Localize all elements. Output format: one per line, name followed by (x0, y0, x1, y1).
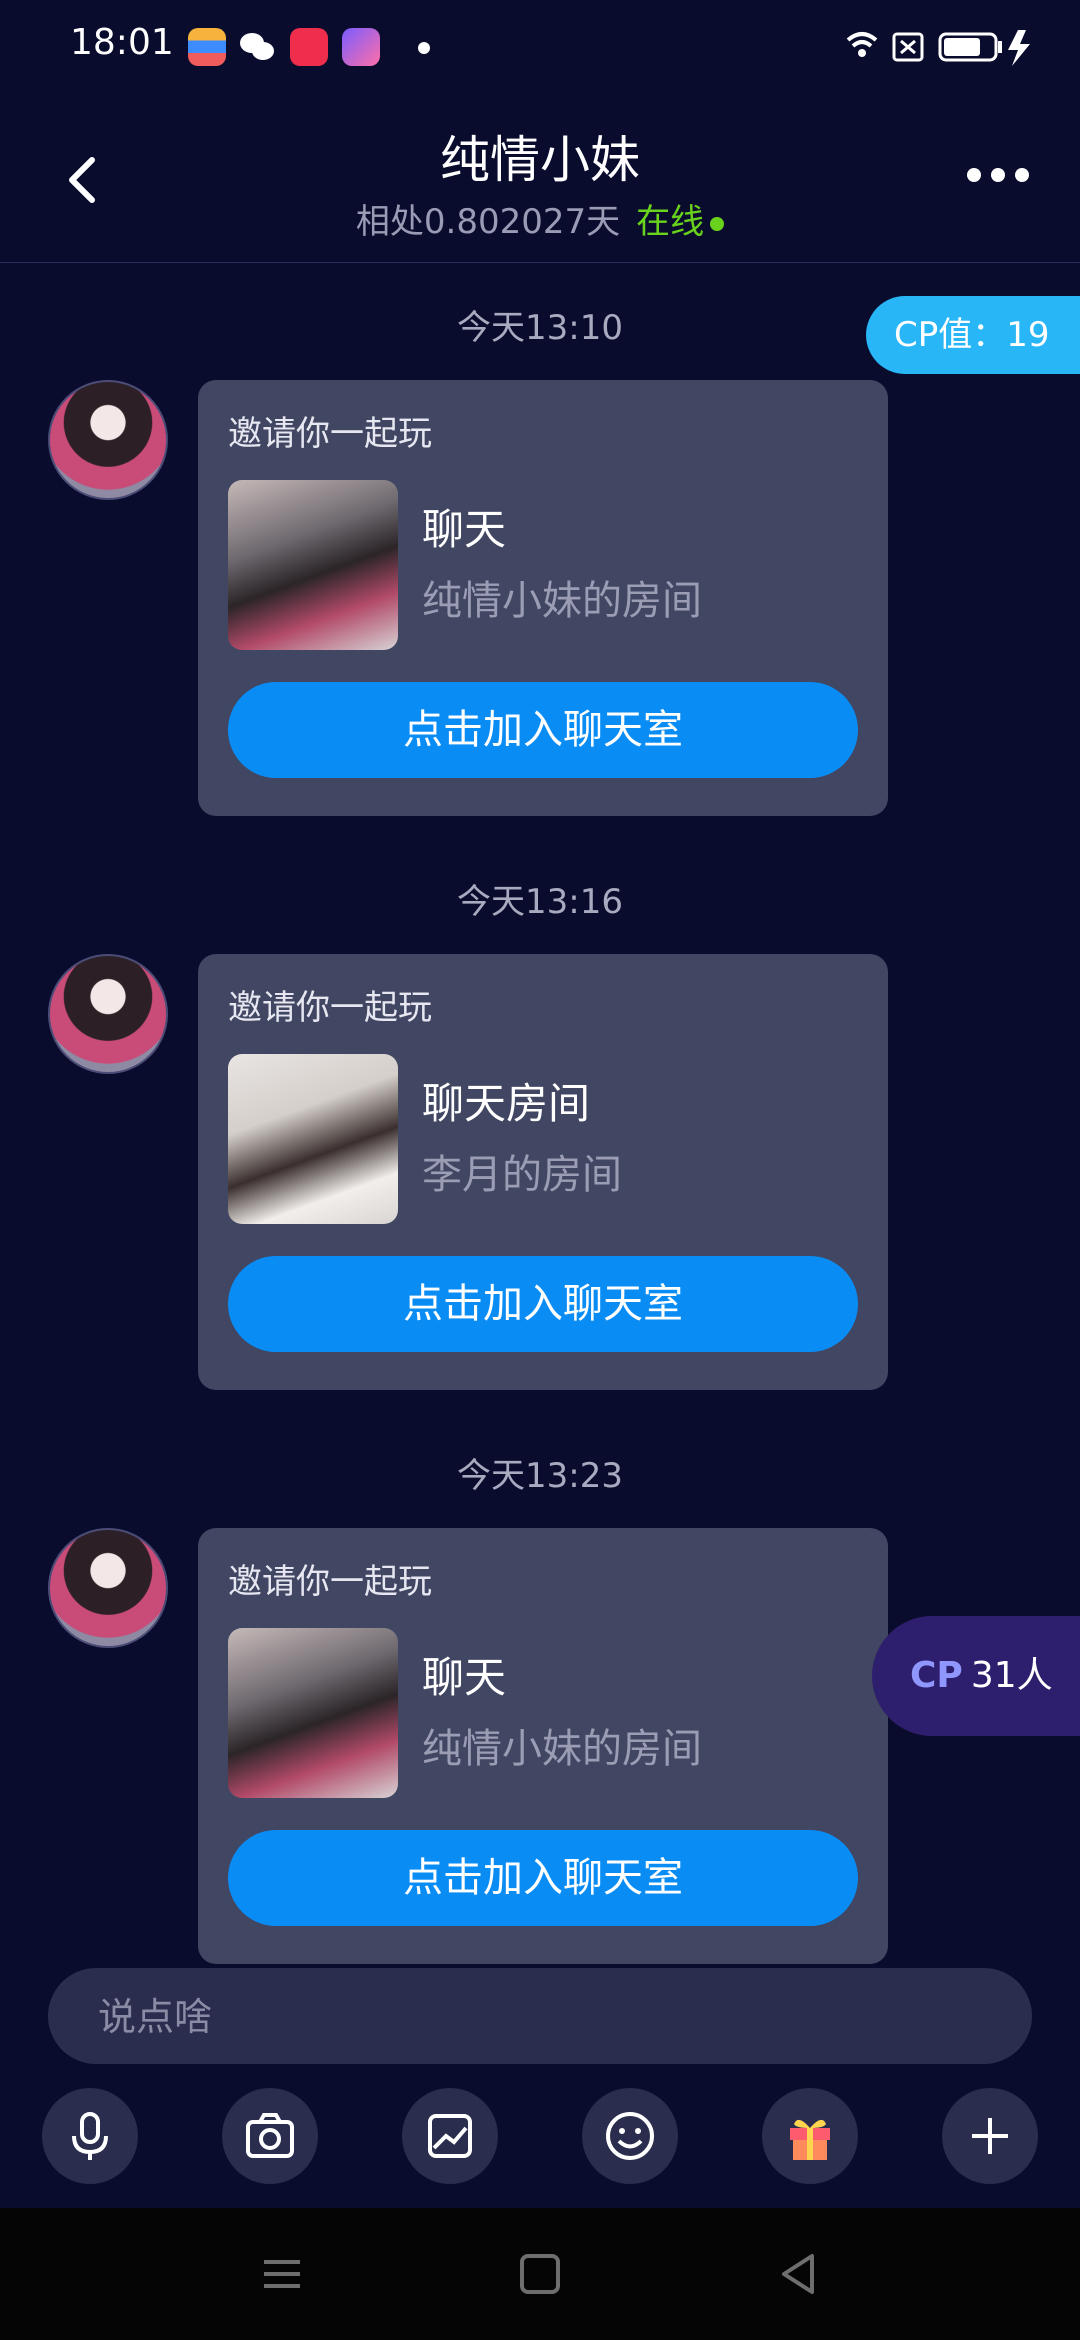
room-owner: 李月的房间 (422, 1152, 622, 1198)
room-thumbnail[interactable] (228, 480, 398, 650)
image-icon (428, 2114, 472, 2158)
more-options-icon[interactable] (966, 162, 1030, 188)
emoji-icon (606, 2112, 654, 2160)
avatar[interactable] (48, 380, 168, 500)
cp-label: CP (910, 1655, 963, 1696)
message-input[interactable] (96, 1968, 980, 2066)
system-nav-bar (0, 2208, 1080, 2340)
more-tools-button[interactable] (942, 2088, 1038, 2184)
invite-text: 邀请你一起玩 (228, 988, 432, 1028)
join-chatroom-button[interactable]: 点击加入聊天室 (228, 682, 858, 778)
online-status: 在线 (636, 202, 705, 242)
voice-button[interactable] (42, 2088, 138, 2184)
home-nav-icon[interactable] (514, 2248, 566, 2300)
days-together: 相处0.802027天 (355, 202, 621, 242)
room-thumbnail[interactable] (228, 1628, 398, 1798)
room-name: 聊天 (422, 1653, 507, 1702)
avatar[interactable] (48, 1528, 168, 1648)
online-dot-icon (710, 216, 725, 231)
room-owner: 纯情小妹的房间 (422, 1726, 702, 1772)
back-nav-icon[interactable] (772, 2248, 824, 2300)
room-invite-card: 邀请你一起玩 聊天 纯情小妹的房间 点击加入聊天室 (198, 1528, 888, 1964)
room-name: 聊天 (422, 505, 507, 554)
camera-icon (246, 2113, 294, 2158)
room-name: 聊天房间 (422, 1079, 591, 1128)
menu-nav-icon[interactable] (256, 2248, 308, 2300)
cp-count-badge[interactable]: CP 31人 (872, 1616, 1080, 1736)
chat-header: 纯情小妹 相处0.802027天 在线 (0, 96, 1080, 263)
room-owner: 纯情小妹的房间 (422, 578, 702, 624)
wechat-icon (238, 28, 276, 66)
message-timestamp: 今天13:23 (457, 1456, 623, 1496)
notification-dot (418, 42, 430, 54)
chat-toolbar (0, 2088, 1080, 2184)
contact-name: 纯情小妹 (440, 131, 640, 189)
join-chatroom-button[interactable]: 点击加入聊天室 (228, 1830, 858, 1926)
video-app-icon (290, 28, 328, 66)
relationship-info: 相处0.802027天 在线 (0, 194, 1080, 243)
status-icons (846, 30, 1030, 66)
camera-button[interactable] (222, 2088, 318, 2184)
status-time: 18:01 (70, 22, 174, 63)
emoji-button[interactable] (582, 2088, 678, 2184)
gift-icon (790, 2119, 830, 2160)
invite-text: 邀请你一起玩 (228, 1562, 432, 1602)
photo-app-icon (342, 28, 380, 66)
gift-button[interactable] (762, 2088, 858, 2184)
status-bar: 18:01 (0, 0, 1080, 96)
cp-count: 31人 (970, 1655, 1053, 1696)
plus-icon (972, 2118, 1008, 2154)
room-invite-card: 邀请你一起玩 聊天 纯情小妹的房间 点击加入聊天室 (198, 380, 888, 816)
wallet-app-icon (188, 28, 226, 66)
image-button[interactable] (402, 2088, 498, 2184)
room-invite-card: 邀请你一起玩 聊天房间 李月的房间 点击加入聊天室 (198, 954, 888, 1390)
message-timestamp: 今天13:16 (457, 882, 623, 922)
message-input-bar (48, 1968, 1032, 2066)
avatar[interactable] (48, 954, 168, 1074)
join-chatroom-button[interactable]: 点击加入聊天室 (228, 1256, 858, 1352)
message-timestamp: 今天13:10 (457, 308, 623, 348)
microphone-icon (72, 2112, 108, 2160)
invite-text: 邀请你一起玩 (228, 414, 432, 454)
room-thumbnail[interactable] (228, 1054, 398, 1224)
